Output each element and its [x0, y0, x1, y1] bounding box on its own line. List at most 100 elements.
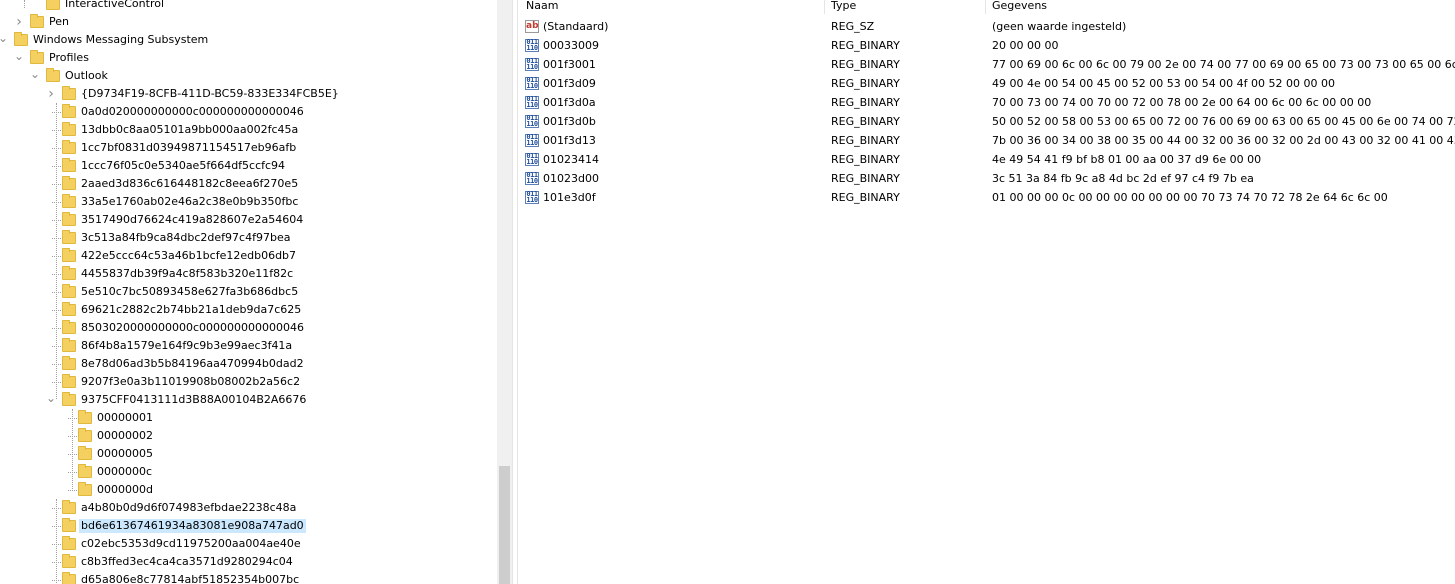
- tree-node[interactable]: 13dbb0c8aa05101a9bb000aa002fc45a: [0, 121, 497, 139]
- tree-node-label: 3517490d76624c419a828607e2a54604: [81, 213, 304, 226]
- values-list[interactable]: Naam Type Gegevens ab (Standaard) REG_SZ (g…: [518, 0, 1455, 584]
- tree-node-label: 00000002: [97, 429, 153, 442]
- chevron-right-icon[interactable]: ›: [45, 87, 57, 101]
- tree-node-label: c02ebc5353d9cd11975200aa004ae40e: [81, 537, 301, 550]
- tree-node[interactable]: 00000005: [0, 445, 497, 463]
- folder-icon: [62, 212, 76, 226]
- value-row[interactable]: 011 110 001f3d0a REG_BINARY 70 00 73 00 74 …: [518, 93, 1455, 112]
- tree-node[interactable]: c02ebc5353d9cd11975200aa004ae40e: [0, 535, 497, 553]
- tree-node[interactable]: › {D9734F19-8CFB-411D-BC59-833E334FCB5E}: [0, 85, 497, 103]
- chevron-down-icon[interactable]: ⌄: [0, 32, 9, 46]
- value-type: REG_BINARY: [831, 39, 900, 52]
- tree-node[interactable]: 422e5ccc64c53a46b1bcfe12edb06db7: [0, 247, 497, 265]
- tree-node[interactable]: 8503020000000000c000000000000046: [0, 319, 497, 337]
- tree-node[interactable]: bd6e61367461934a83081e908a747ad0: [0, 517, 497, 535]
- tree-scroll-thumb[interactable]: [499, 466, 510, 584]
- value-type: REG_BINARY: [831, 134, 900, 147]
- value-row[interactable]: 011 110 00033009 REG_BINARY 20 00 00 00: [518, 36, 1455, 55]
- tree-node[interactable]: 00000001: [0, 409, 497, 427]
- tree-node-label: 0a0d020000000000c000000000000046: [81, 105, 304, 118]
- value-data: 20 00 00 00: [992, 39, 1059, 52]
- folder-icon: [46, 0, 60, 10]
- value-type: REG_BINARY: [831, 172, 900, 185]
- tree-node[interactable]: 0000000c: [0, 463, 497, 481]
- value-row[interactable]: 011 110 01023d00 REG_BINARY 3c 51 3a 84 fb …: [518, 169, 1455, 188]
- binary-value-icon: 011 110: [525, 38, 539, 52]
- chevron-down-icon[interactable]: ⌄: [13, 50, 25, 64]
- tree-node[interactable]: 69621c2882c2b74bb21a1deb9da7c625: [0, 301, 497, 319]
- tree-node-label: d65a806e8c77814abf51852354b007bc: [81, 573, 300, 584]
- tree-node-label: InteractiveControl: [65, 0, 165, 10]
- tree-node[interactable]: 9207f3e0a3b11019908b08002b2a56c2: [0, 373, 497, 391]
- value-name: (Standaard): [543, 20, 609, 33]
- value-row[interactable]: ab (Standaard) REG_SZ (geen waarde ingestel…: [518, 17, 1455, 36]
- column-header-name[interactable]: Naam: [526, 0, 558, 14]
- folder-icon: [62, 338, 76, 352]
- tree-node[interactable]: 8e78d06ad3b5b84196aa470994b0dad2: [0, 355, 497, 373]
- binary-value-icon: 011 110: [525, 57, 539, 71]
- column-header-type[interactable]: Type: [831, 0, 856, 14]
- tree-node-label: 2aaed3d836c616448182c8eea6f270e5: [81, 177, 299, 190]
- value-name: 001f3d09: [543, 77, 596, 90]
- folder-icon: [62, 122, 76, 136]
- tree-node-label: 9375CFF0413111d3B88A00104B2A6676: [81, 393, 307, 406]
- folder-icon: [62, 248, 76, 262]
- tree-node-label: 8e78d06ad3b5b84196aa470994b0dad2: [81, 357, 304, 370]
- tree-node[interactable]: 2aaed3d836c616448182c8eea6f270e5: [0, 175, 497, 193]
- tree-node-label: 1ccc76f05c0e5340ae5f664df5ccfc94: [81, 159, 286, 172]
- value-name: 00033009: [543, 39, 599, 52]
- tree-node[interactable]: ⌄ 9375CFF0413111d3B88A00104B2A6676: [0, 391, 497, 409]
- tree-node-label: 33a5e1760ab02e46a2c38e0b9b350fbc: [81, 195, 299, 208]
- value-data: 50 00 52 00 58 00 53 00 65 00 72 00 76 0…: [992, 115, 1455, 128]
- tree-node[interactable]: 1ccc76f05c0e5340ae5f664df5ccfc94: [0, 157, 497, 175]
- tree-node[interactable]: 86f4b8a1579e164f9c9b3e99aec3f41a: [0, 337, 497, 355]
- folder-icon: [62, 266, 76, 280]
- registry-tree[interactable]: InteractiveControl › Pen ⌄ Windows Messaging…: [0, 0, 497, 584]
- tree-node[interactable]: 3c513a84fb9ca84dbc2def97c4f97bea: [0, 229, 497, 247]
- folder-icon: [62, 176, 76, 190]
- tree-node[interactable]: ⌄ Outlook: [0, 67, 497, 85]
- tree-node[interactable]: 00000002: [0, 427, 497, 445]
- tree-node[interactable]: c8b3ffed3ec4ca4ca3571d9280294c04: [0, 553, 497, 571]
- tree-node[interactable]: 3517490d76624c419a828607e2a54604: [0, 211, 497, 229]
- value-data: 4e 49 54 41 f9 bf b8 01 00 aa 00 37 d9 6…: [992, 153, 1262, 166]
- tree-node[interactable]: ⌄ Windows Messaging Subsystem: [0, 31, 497, 49]
- tree-node-label: Outlook: [65, 69, 108, 82]
- tree-node[interactable]: InteractiveControl: [0, 0, 497, 13]
- tree-node[interactable]: 5e510c7bc50893458e627fa3b686dbc5: [0, 283, 497, 301]
- binary-value-icon: 011 110: [525, 95, 539, 109]
- folder-icon: [78, 482, 92, 496]
- chevron-down-icon[interactable]: ⌄: [29, 68, 41, 82]
- tree-node[interactable]: ⌄ Profiles: [0, 49, 497, 67]
- value-row[interactable]: 011 110 101e3d0f REG_BINARY 01 00 00 00 0c …: [518, 188, 1455, 207]
- tree-node[interactable]: 4455837db39f9a4c8f583b320e11f82c: [0, 265, 497, 283]
- tree-scrollbar[interactable]: [497, 0, 512, 584]
- tree-node-label: 5e510c7bc50893458e627fa3b686dbc5: [81, 285, 299, 298]
- column-separator[interactable]: [824, 0, 825, 14]
- value-type: REG_BINARY: [831, 115, 900, 128]
- tree-node[interactable]: 0a0d020000000000c000000000000046: [0, 103, 497, 121]
- column-header-data[interactable]: Gegevens: [992, 0, 1047, 14]
- chevron-right-icon[interactable]: ›: [13, 15, 25, 29]
- value-row[interactable]: 011 110 001f3d13 REG_BINARY 7b 00 36 00 34 …: [518, 131, 1455, 150]
- value-row[interactable]: 011 110 001f3d09 REG_BINARY 49 00 4e 00 54 …: [518, 74, 1455, 93]
- value-row[interactable]: 011 110 01023414 REG_BINARY 4e 49 54 41 f9 …: [518, 150, 1455, 169]
- value-row[interactable]: 011 110 001f3d0b REG_BINARY 50 00 52 00 58 …: [518, 112, 1455, 131]
- value-type: REG_BINARY: [831, 58, 900, 71]
- tree-node[interactable]: 33a5e1760ab02e46a2c38e0b9b350fbc: [0, 193, 497, 211]
- folder-icon: [62, 158, 76, 172]
- tree-node-label: Pen: [49, 15, 69, 28]
- tree-node[interactable]: 0000000d: [0, 481, 497, 499]
- value-name: 001f3d0a: [543, 96, 596, 109]
- tree-node-label: 0000000d: [97, 483, 153, 496]
- column-separator[interactable]: [985, 0, 986, 14]
- tree-node[interactable]: d65a806e8c77814abf51852354b007bc: [0, 571, 497, 584]
- tree-node-label: 422e5ccc64c53a46b1bcfe12edb06db7: [81, 249, 297, 262]
- value-row[interactable]: 011 110 001f3001 REG_BINARY 77 00 69 00 6c …: [518, 55, 1455, 74]
- tree-node-label: 86f4b8a1579e164f9c9b3e99aec3f41a: [81, 339, 293, 352]
- folder-icon: [78, 446, 92, 460]
- tree-node[interactable]: 1cc7bf0831d03949871154517eb96afb: [0, 139, 497, 157]
- tree-node[interactable]: a4b80b0d9d6f074983efbdae2238c48a: [0, 499, 497, 517]
- tree-node[interactable]: › Pen: [0, 13, 497, 31]
- tree-guide-line: [24, 0, 25, 8]
